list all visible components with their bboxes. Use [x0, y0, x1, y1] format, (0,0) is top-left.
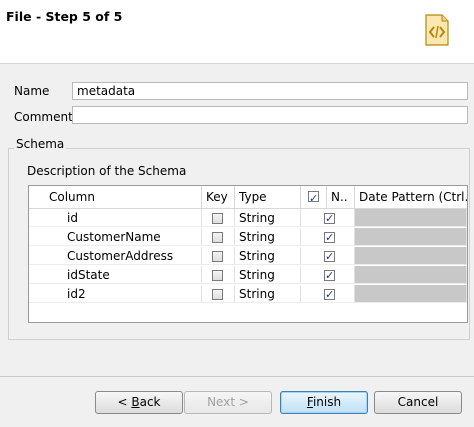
table-row[interactable]: CustomerAddress String	[29, 247, 467, 265]
nullable-header[interactable]: N..	[327, 186, 355, 208]
key-cell[interactable]	[202, 266, 235, 284]
next-button[interactable]: Next >	[184, 391, 272, 414]
name-field[interactable]: metadata	[72, 82, 468, 100]
nullable-cell[interactable]	[301, 247, 355, 265]
schema-description-label: Description of the Schema	[27, 164, 187, 178]
column-name-cell[interactable]: CustomerAddress	[29, 247, 202, 265]
table-row[interactable]: CustomerName String	[29, 228, 467, 246]
schema-table-header: Column Key Type N.. Date Pattern (Ctrl..…	[29, 186, 467, 209]
schema-group-label: Schema	[14, 137, 67, 151]
type-cell[interactable]: String	[235, 266, 301, 284]
nullable-cell[interactable]	[301, 285, 355, 303]
back-mnemonic: B	[131, 395, 140, 409]
table-row[interactable]: id String	[29, 209, 467, 227]
type-cell[interactable]: String	[235, 285, 301, 303]
nullable-cell[interactable]	[301, 228, 355, 246]
key-checkbox[interactable]	[212, 289, 223, 300]
date-pattern-cell[interactable]	[355, 266, 467, 284]
nullable-checkbox[interactable]	[324, 267, 335, 283]
comment-label: Comment	[14, 110, 73, 124]
nullable-checkbox[interactable]	[324, 286, 335, 302]
nullable-cell[interactable]	[301, 209, 355, 227]
nullable-select-all-header[interactable]	[301, 186, 327, 208]
table-row[interactable]: id2 String	[29, 285, 467, 303]
type-cell[interactable]: String	[235, 247, 301, 265]
footer-divider	[0, 376, 474, 377]
key-checkbox[interactable]	[212, 270, 223, 281]
column-name-cell[interactable]: CustomerName	[29, 228, 202, 246]
key-cell[interactable]	[202, 285, 235, 303]
date-pattern-cell[interactable]	[355, 209, 467, 227]
date-pattern-cell[interactable]	[355, 228, 467, 246]
nullable-select-all-checkbox[interactable]	[308, 188, 319, 208]
date-pattern-cell[interactable]	[355, 285, 467, 303]
nullable-cell[interactable]	[301, 266, 355, 284]
nullable-checkbox[interactable]	[324, 229, 335, 245]
key-cell[interactable]	[202, 209, 235, 227]
nullable-checkbox[interactable]	[324, 210, 335, 226]
key-header[interactable]: Key	[202, 186, 235, 208]
file-code-icon	[425, 14, 449, 46]
wizard-header: File - Step 5 of 5	[0, 0, 474, 64]
schema-table: Column Key Type N.. Date Pattern (Ctrl..…	[28, 185, 468, 323]
type-header[interactable]: Type	[235, 186, 301, 208]
name-label: Name	[14, 84, 50, 98]
comment-field[interactable]	[72, 106, 468, 124]
type-cell[interactable]: String	[235, 209, 301, 227]
wizard-title: File - Step 5 of 5	[6, 9, 123, 24]
back-button[interactable]: < Back	[95, 391, 183, 414]
type-cell[interactable]: String	[235, 228, 301, 246]
cancel-button[interactable]: Cancel	[374, 391, 462, 414]
date-pattern-header[interactable]: Date Pattern (Ctrl...	[355, 186, 467, 208]
column-name-cell[interactable]: id	[29, 209, 202, 227]
key-checkbox[interactable]	[212, 213, 223, 224]
finish-label: inish	[312, 395, 342, 409]
key-checkbox[interactable]	[212, 251, 223, 262]
table-row[interactable]: idState String	[29, 266, 467, 284]
key-cell[interactable]	[202, 247, 235, 265]
key-cell[interactable]	[202, 228, 235, 246]
finish-button[interactable]: Finish	[280, 391, 368, 414]
back-label: ack	[139, 395, 161, 409]
back-prefix: <	[117, 395, 132, 409]
column-name-cell[interactable]: id2	[29, 285, 202, 303]
nullable-checkbox[interactable]	[324, 248, 335, 264]
column-name-cell[interactable]: idState	[29, 266, 202, 284]
key-checkbox[interactable]	[212, 232, 223, 243]
column-header[interactable]: Column	[29, 186, 202, 208]
date-pattern-cell[interactable]	[355, 247, 467, 265]
